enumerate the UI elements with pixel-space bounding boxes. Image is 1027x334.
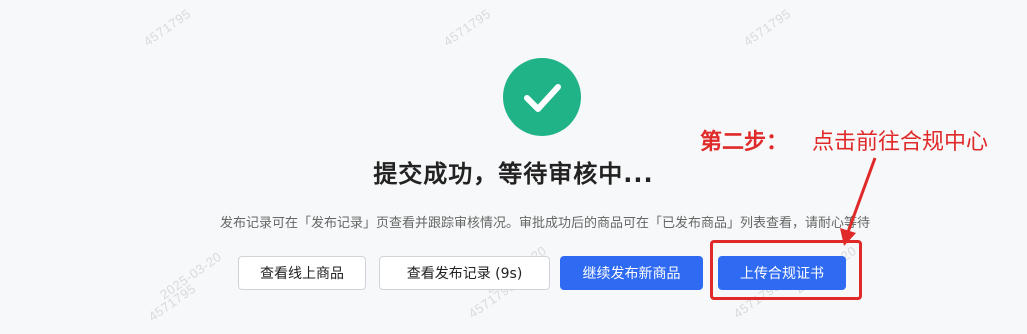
annotation-step-label: 第二步： xyxy=(700,130,789,155)
annotation-step-text: 点击前往合规中心 xyxy=(812,130,989,155)
annotation-arrow xyxy=(840,157,877,246)
